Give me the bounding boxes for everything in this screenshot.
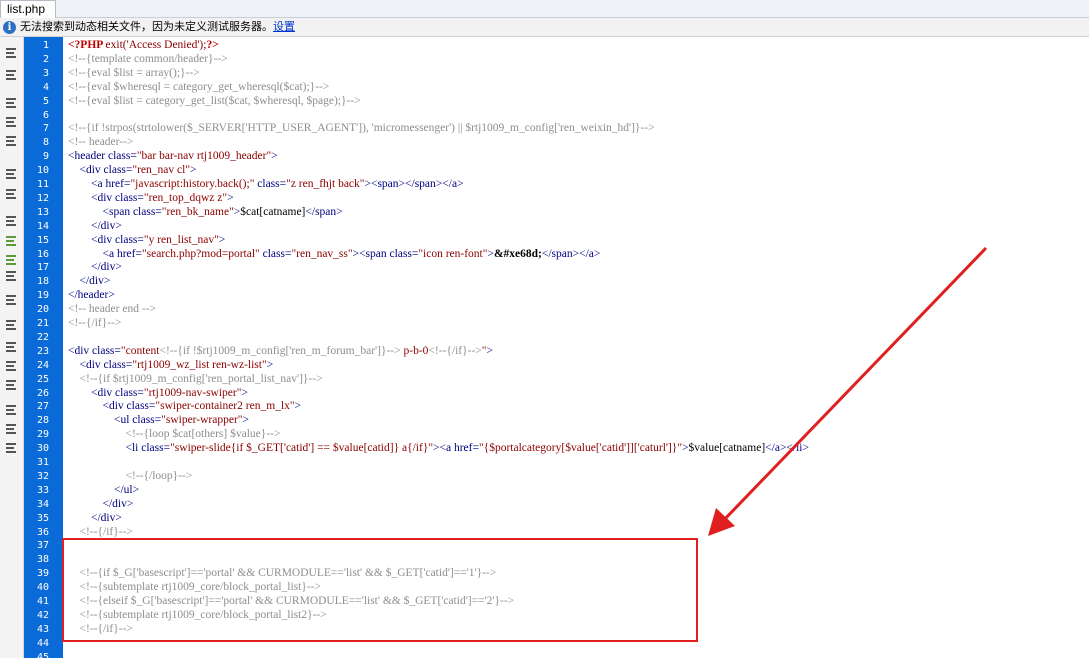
annotation-arrow [708, 246, 988, 536]
arrow-shaft [720, 246, 988, 524]
